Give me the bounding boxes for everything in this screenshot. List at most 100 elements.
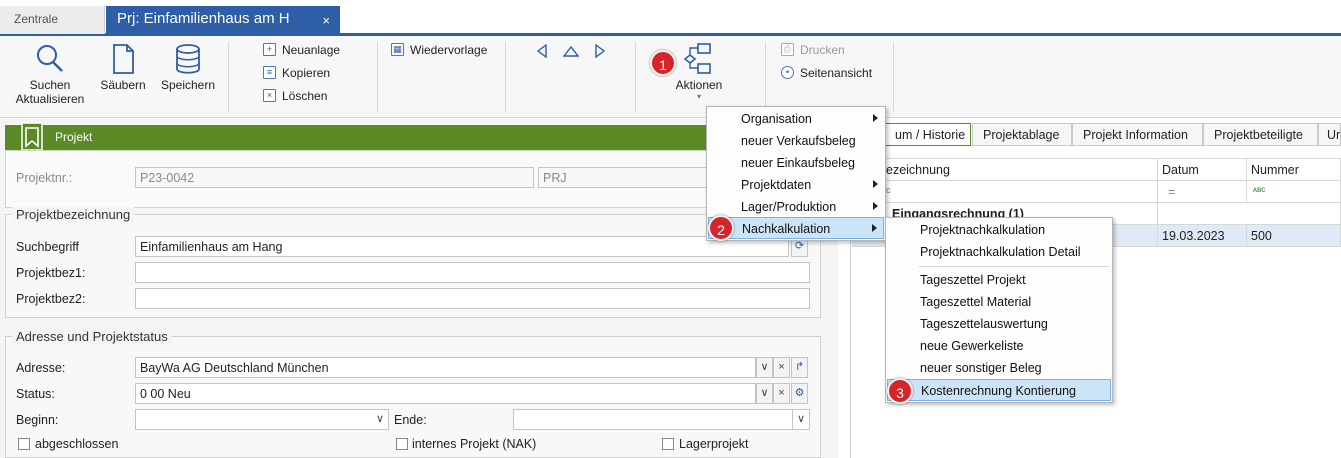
end-date-field[interactable] [513,409,793,430]
clear-label: Säubern [100,78,146,92]
menu-item-label: neuer Einkaufsbeleg [741,156,855,170]
menu-item-label: Tageszettelauswertung [920,317,1048,331]
bookmark-icon [21,122,43,151]
refresh-label: Aktualisieren [15,92,85,106]
menu-item-new-trade-list[interactable]: neue Gewerkeliste [887,335,1111,357]
designation1-label: Projektbez1: [16,266,86,280]
menu-item-cost-accounting[interactable]: Kostenrechnung Kontierung [887,379,1111,401]
clear-button[interactable]: Säubern [96,42,150,92]
column-header-number[interactable]: Nummer [1247,159,1341,181]
project-type-field[interactable]: PRJ [538,167,710,188]
step-badge: 1 [650,50,676,76]
chevron-down-icon[interactable]: ∨ [372,409,389,430]
print-button[interactable]: ⎙ Drucken [778,40,845,60]
completed-checkbox[interactable] [18,438,30,450]
plus-icon: + [263,43,276,56]
printer-icon: ⎙ [781,43,794,56]
next-icon[interactable] [593,44,607,58]
preview-button[interactable]: • Seitenansicht [778,63,872,83]
filter-cell[interactable]: c [852,181,1158,203]
save-button[interactable]: Speichern [156,42,220,92]
post-calculation-submenu: Projektnachkalkulation Projektnachkalkul… [885,217,1113,403]
gear-icon[interactable]: ⚙ [791,383,808,404]
group-title: Projektbezeichnung [12,207,135,222]
up-icon[interactable] [563,44,579,58]
submenu-arrow-icon [873,180,878,188]
column-header-designation[interactable]: ezeichnung [852,159,1158,181]
menu-item-label: Tageszettel Projekt [920,273,1026,287]
open-link-icon[interactable]: ↱ [791,357,808,378]
end-label: Ende: [394,413,427,427]
search-button[interactable]: Suchen Aktualisieren [8,42,92,106]
internal-project-label: internes Projekt (NAK) [412,437,537,451]
searchterm-label: Suchbegriff [16,240,80,254]
project-number-field[interactable]: P23-0042 [135,167,534,188]
document-icon [113,44,134,74]
menu-item-project-post-calc-detail[interactable]: Projektnachkalkulation Detail [887,241,1111,263]
filter-cell[interactable]: ᴀʙᴄ [1247,181,1341,203]
menu-item-label: Projektdaten [741,178,812,192]
designation1-field[interactable] [135,262,810,283]
save-label: Speichern [160,78,216,92]
table-cell-date[interactable]: 19.03.2023 [1158,225,1247,247]
copy-label: Kopieren [282,66,331,80]
tab-label: Prj: Einfamilienhaus am H [117,10,290,27]
menu-item-daily-sheet-material[interactable]: Tageszettel Material [887,291,1111,313]
tab-project[interactable]: Prj: Einfamilienhaus am H × [106,6,340,36]
tab-history[interactable]: um / Historie [884,123,971,146]
tab-project-files[interactable]: Projektablage [972,123,1072,146]
followup-button[interactable]: ▦ Wiedervorlage [388,40,487,60]
clear-icon[interactable]: × [773,357,790,378]
searchterm-field[interactable]: Einfamilienhaus am Hang [135,236,789,257]
clear-icon[interactable]: × [773,383,790,404]
actions-label: Aktionen [675,78,723,92]
menu-item-post-calculation[interactable]: Nachkalkulation [708,217,884,239]
actions-button[interactable]: Aktionen ▾ [668,42,730,101]
copy-icon: ≡ [263,66,276,79]
tab-zentrale[interactable]: Zentrale [0,6,105,34]
tab-project-info[interactable]: Projekt Information [1072,123,1203,146]
new-button[interactable]: + Neuanlage [260,40,340,60]
delete-label: Löschen [282,89,328,103]
delete-button[interactable]: × Löschen [260,86,327,106]
start-date-field[interactable] [135,409,373,430]
column-header-date[interactable]: Datum [1158,159,1247,181]
menu-item-daily-sheet-project[interactable]: Tageszettel Projekt [887,269,1111,291]
menu-item-project-data[interactable]: Projektdaten [708,174,884,196]
menu-item-new-other-doc[interactable]: neuer sonstiger Beleg [887,357,1111,379]
dropdown-arrow-icon: ▾ [696,92,701,101]
tab-bar: Zentrale Prj: Einfamilienhaus am H × [0,0,1341,36]
chevron-down-icon[interactable]: ∨ [756,357,773,378]
menu-item-project-post-calc[interactable]: Projektnachkalkulation [887,219,1111,241]
flowchart-icon [683,43,711,74]
menu-item-new-purchase-doc[interactable]: neuer Einkaufsbeleg [708,152,884,174]
tab-project-participants[interactable]: Projektbeteiligte [1203,123,1318,146]
table-cell-number[interactable]: 500 [1247,225,1341,247]
ribbon-toolbar: Suchen Aktualisieren Säubern Speichern +… [0,36,1341,118]
status-field[interactable]: 0 00 Neu [135,383,756,404]
filter-cell[interactable]: = [1158,181,1247,203]
menu-item-daily-sheet-evaluation[interactable]: Tageszettelauswertung [887,313,1111,335]
address-field[interactable]: BayWa AG Deutschland München [135,357,756,378]
menu-item-warehouse-production[interactable]: Lager/Produktion [708,196,884,218]
close-icon[interactable]: × [322,13,330,28]
status-label: Status: [16,387,55,401]
menu-item-organisation[interactable]: Organisation [708,108,884,130]
copy-button[interactable]: ≡ Kopieren [260,63,330,83]
internal-project-checkbox[interactable] [396,438,408,450]
menu-item-label: Projektnachkalkulation [920,223,1046,237]
menu-item-label: Tageszettel Material [920,295,1032,309]
chevron-down-icon[interactable]: ∨ [756,383,773,404]
eye-icon: • [781,66,794,79]
step-badge: 3 [887,378,913,404]
designation2-field[interactable] [135,288,810,309]
menu-item-new-sales-doc[interactable]: neuer Verkaufsbeleg [708,130,884,152]
actions-menu: Organisation neuer Verkaufsbeleg neuer E… [706,106,886,241]
address-label: Adresse: [16,361,66,375]
chevron-down-icon[interactable]: ∨ [793,409,810,430]
tab-more[interactable]: Ur [1318,123,1341,146]
warehouse-project-checkbox[interactable] [662,438,674,450]
submenu-arrow-icon [872,224,877,232]
menu-item-label: Organisation [741,112,812,126]
previous-icon[interactable] [535,44,549,58]
